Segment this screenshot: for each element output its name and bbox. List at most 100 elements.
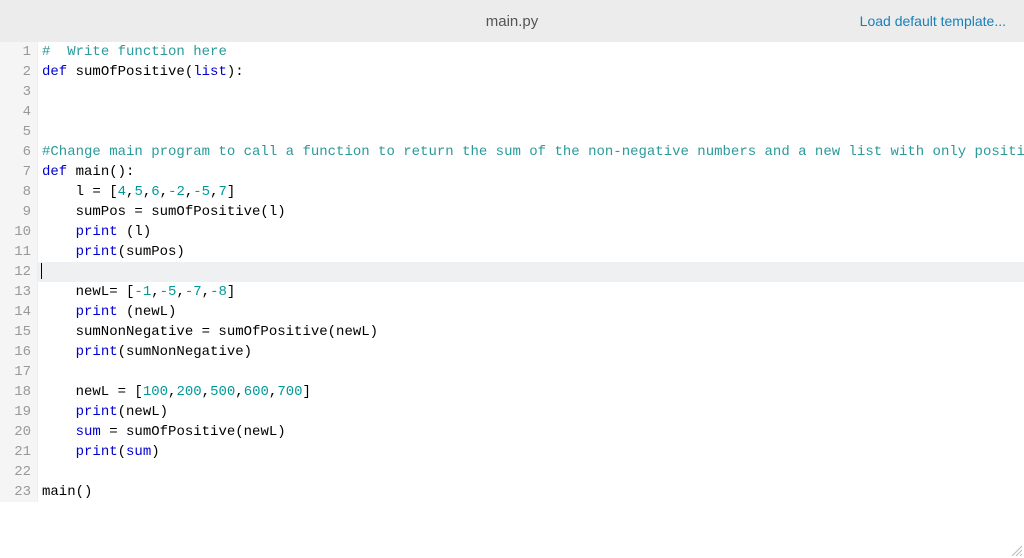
code-line[interactable] <box>38 262 1024 282</box>
code-line[interactable]: newL= [-1,-5,-7,-8] <box>38 282 1024 302</box>
code-line[interactable]: sum = sumOfPositive(newL) <box>38 422 1024 442</box>
code-token <box>42 404 76 420</box>
code-line[interactable]: print (newL) <box>38 302 1024 322</box>
code-token: , <box>202 284 210 300</box>
code-token: , <box>160 184 168 200</box>
line-number-gutter: 1234567891011121314151617181920212223 <box>0 42 38 502</box>
code-token: sumNonNegative = sumOfPositive(newL) <box>42 324 378 340</box>
code-line[interactable] <box>38 362 1024 382</box>
code-token <box>42 424 76 440</box>
line-number: 19 <box>0 402 31 422</box>
code-token: ( <box>185 64 193 80</box>
code-token: 4 <box>118 184 126 200</box>
code-line[interactable]: main() <box>38 482 1024 502</box>
line-number: 23 <box>0 482 31 502</box>
line-number: 1 <box>0 42 31 62</box>
code-token: 7 <box>219 184 227 200</box>
code-token: , <box>176 284 184 300</box>
code-token: ) <box>151 444 159 460</box>
code-token: print <box>76 304 118 320</box>
code-token: (newL) <box>118 404 168 420</box>
code-line[interactable]: sumNonNegative = sumOfPositive(newL) <box>38 322 1024 342</box>
line-number: 9 <box>0 202 31 222</box>
code-token: print <box>76 444 118 460</box>
code-line[interactable]: newL = [100,200,500,600,700] <box>38 382 1024 402</box>
code-token: def <box>42 64 76 80</box>
code-token: sum <box>76 424 101 440</box>
code-line[interactable]: print(sumNonNegative) <box>38 342 1024 362</box>
code-token: -5 <box>193 184 210 200</box>
code-token: -2 <box>168 184 185 200</box>
code-token: (sumNonNegative) <box>118 344 252 360</box>
line-number: 17 <box>0 362 31 382</box>
code-token: (sumPos) <box>118 244 185 260</box>
code-token: -8 <box>210 284 227 300</box>
code-line[interactable] <box>38 102 1024 122</box>
code-token: sum <box>126 444 151 460</box>
code-token: 200 <box>176 384 201 400</box>
code-token: list <box>193 64 227 80</box>
code-token: ] <box>227 184 235 200</box>
code-line[interactable]: print(newL) <box>38 402 1024 422</box>
code-token: print <box>76 344 118 360</box>
code-token: def <box>42 164 76 180</box>
line-number: 8 <box>0 182 31 202</box>
code-token: l = [ <box>42 184 118 200</box>
code-line[interactable]: #Change main program to call a function … <box>38 142 1024 162</box>
code-token <box>42 444 76 460</box>
code-token <box>42 244 76 260</box>
editor-header: main.py Load default template... <box>0 0 1024 42</box>
code-token: ] <box>303 384 311 400</box>
code-line[interactable]: sumPos = sumOfPositive(l) <box>38 202 1024 222</box>
code-token: , <box>151 284 159 300</box>
code-token: ( <box>118 444 126 460</box>
line-number: 11 <box>0 242 31 262</box>
code-line[interactable]: print (l) <box>38 222 1024 242</box>
code-line[interactable]: def sumOfPositive(list): <box>38 62 1024 82</box>
code-token: 600 <box>244 384 269 400</box>
code-token: , <box>143 184 151 200</box>
code-token: (l) <box>118 224 152 240</box>
code-token: , <box>210 184 218 200</box>
code-line[interactable]: print(sum) <box>38 442 1024 462</box>
code-token: newL= [ <box>42 284 134 300</box>
code-token: , <box>202 384 210 400</box>
code-editor[interactable]: 1234567891011121314151617181920212223 # … <box>0 42 1024 502</box>
code-token: ] <box>227 284 235 300</box>
line-number: 12 <box>0 262 31 282</box>
code-token: print <box>76 244 118 260</box>
code-token: Write function here <box>59 44 227 60</box>
code-area[interactable]: # Write function heredef sumOfPositive(l… <box>38 42 1024 502</box>
code-token: 6 <box>151 184 159 200</box>
line-number: 20 <box>0 422 31 442</box>
code-token: 100 <box>143 384 168 400</box>
code-line[interactable] <box>38 82 1024 102</box>
resize-handle-icon[interactable] <box>1010 544 1022 556</box>
code-line[interactable]: l = [4,5,6,-2,-5,7] <box>38 182 1024 202</box>
code-token: , <box>235 384 243 400</box>
code-token: (): <box>109 164 134 180</box>
line-number: 7 <box>0 162 31 182</box>
code-token <box>42 304 76 320</box>
line-number: 5 <box>0 122 31 142</box>
code-line[interactable] <box>38 122 1024 142</box>
code-token: -7 <box>185 284 202 300</box>
code-token: -5 <box>160 284 177 300</box>
code-token: -1 <box>134 284 151 300</box>
code-token: print <box>76 404 118 420</box>
code-line[interactable]: def main(): <box>38 162 1024 182</box>
line-number: 3 <box>0 82 31 102</box>
line-number: 10 <box>0 222 31 242</box>
code-token: sumOfPositive <box>76 64 185 80</box>
line-number: 4 <box>0 102 31 122</box>
code-line[interactable]: print(sumPos) <box>38 242 1024 262</box>
code-token: #Change main program to call a function … <box>42 144 1024 160</box>
line-number: 16 <box>0 342 31 362</box>
line-number: 15 <box>0 322 31 342</box>
code-line[interactable] <box>38 462 1024 482</box>
code-token <box>42 224 76 240</box>
load-template-link[interactable]: Load default template... <box>860 13 1006 29</box>
code-line[interactable]: # Write function here <box>38 42 1024 62</box>
code-token: # <box>42 44 59 60</box>
text-cursor <box>41 263 42 279</box>
